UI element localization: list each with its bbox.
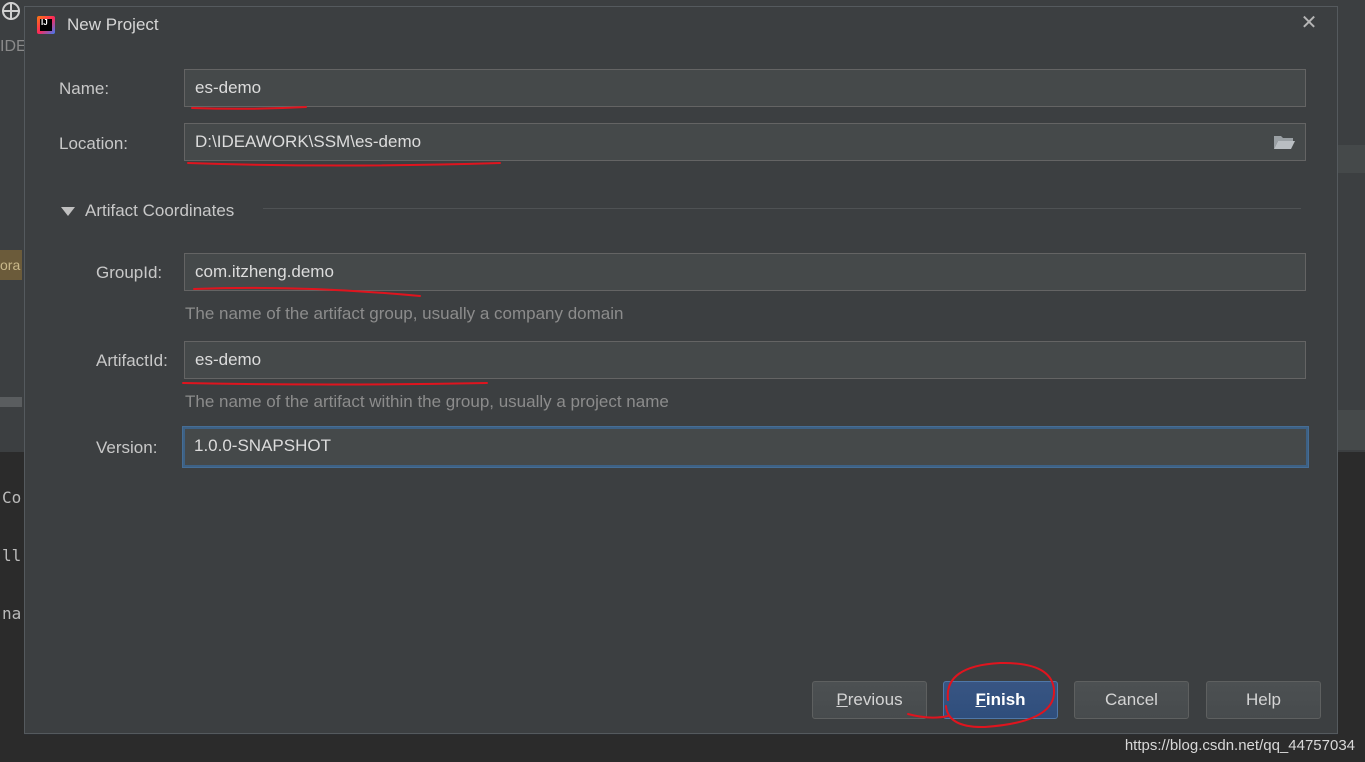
ide-scrollbar-fragment: [0, 397, 22, 407]
finish-button[interactable]: Finish: [943, 681, 1058, 719]
previous-mnemonic: P: [836, 690, 848, 709]
code-fragment: Co: [2, 488, 22, 507]
code-fragment: ll: [2, 546, 22, 565]
artifact-coordinates-toggle[interactable]: Artifact Coordinates: [61, 200, 234, 222]
chevron-down-icon: [61, 206, 75, 216]
ide-panel-stripe: [1338, 145, 1365, 173]
target-icon[interactable]: [2, 2, 20, 20]
code-fragment: na: [2, 604, 22, 623]
version-field[interactable]: 1.0.0-SNAPSHOT: [183, 427, 1308, 467]
finish-mnemonic: F: [975, 690, 986, 709]
ide-fragment-badge: ora: [0, 250, 22, 280]
dialog-titlebar: IJ New Project ✕: [25, 7, 1337, 43]
ide-panel-stripe: [1338, 410, 1365, 450]
previous-button[interactable]: Previous: [812, 681, 927, 719]
help-button[interactable]: Help: [1206, 681, 1321, 719]
groupid-hint: The name of the artifact group, usually …: [185, 304, 624, 323]
location-value: D:\IDEAWORK\SSM\es-demo: [195, 132, 422, 151]
groupid-label: GroupId:: [96, 263, 163, 282]
groupid-field[interactable]: com.itzheng.demo: [184, 253, 1306, 291]
location-field[interactable]: D:\IDEAWORK\SSM\es-demo: [184, 123, 1306, 161]
ide-fragment-text: IDE: [0, 38, 27, 55]
intellij-logo-icon: IJ: [37, 16, 55, 34]
name-field[interactable]: es-demo: [184, 69, 1306, 107]
previous-label: revious: [847, 690, 903, 709]
dialog-title: New Project: [67, 15, 159, 34]
watermark: https://blog.csdn.net/qq_44757034: [1124, 737, 1355, 754]
ide-editor-fragment-right: [1338, 452, 1365, 762]
name-label: Name:: [59, 79, 110, 98]
location-label: Location:: [59, 134, 128, 153]
folder-open-icon[interactable]: [1273, 134, 1295, 150]
close-icon[interactable]: ✕: [1299, 13, 1319, 33]
section-title: Artifact Coordinates: [85, 201, 235, 220]
artifactid-field[interactable]: es-demo: [184, 341, 1306, 379]
cancel-button[interactable]: Cancel: [1074, 681, 1189, 719]
artifactid-hint: The name of the artifact within the grou…: [185, 392, 669, 411]
new-project-dialog: IJ New Project ✕ Name: es-demo Location:…: [24, 6, 1338, 734]
artifactid-label: ArtifactId:: [96, 351, 168, 370]
version-label: Version:: [96, 438, 158, 457]
section-divider: [263, 208, 1301, 209]
finish-label: inish: [985, 690, 1026, 709]
